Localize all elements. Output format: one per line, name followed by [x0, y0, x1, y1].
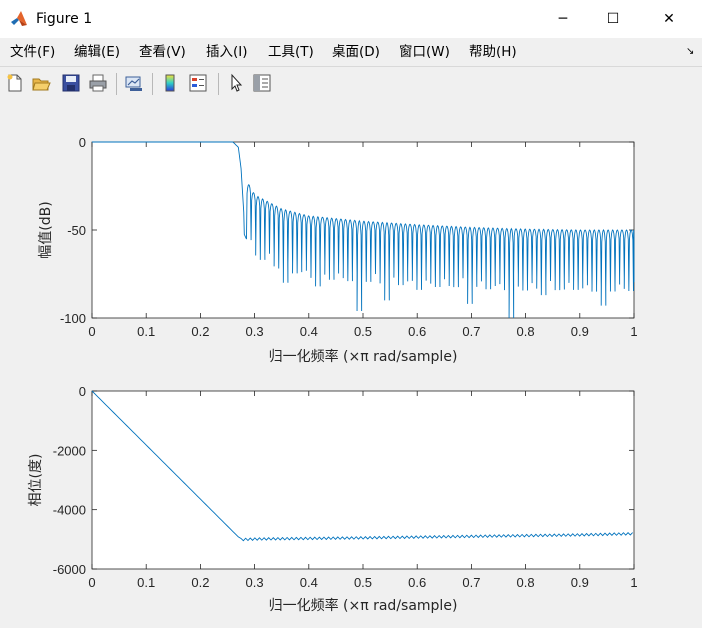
x-tick-label: 0.2 [191, 575, 209, 590]
window-title: Figure 1 [36, 11, 93, 27]
save-icon[interactable] [61, 73, 81, 93]
y-tick-label: -2000 [53, 443, 86, 458]
phase-ylabel: 相位(度) [28, 454, 44, 507]
new-figure-icon[interactable] [5, 73, 25, 93]
y-tick-label: 0 [79, 384, 86, 399]
toolbar-separator [218, 73, 219, 95]
x-tick-label: 0.7 [462, 575, 480, 590]
minimize-button[interactable]: ─ [540, 0, 586, 38]
phase-axes[interactable]: 0 0.1 0.2 0.3 0.4 0.5 0.6 0.7 0.8 0.9 1 0 -2000 -4000… [28, 384, 638, 614]
toolbar [0, 66, 702, 100]
menu-tools[interactable]: 工具(T) [268, 43, 314, 61]
legend-icon[interactable] [188, 73, 208, 93]
maximize-button[interactable]: ☐ [590, 0, 636, 38]
x-tick-label: 0.5 [354, 324, 372, 339]
x-tick-label: 0.3 [246, 324, 264, 339]
print-icon[interactable] [88, 73, 108, 93]
x-tick-label: 1 [630, 324, 637, 339]
open-file-icon[interactable] [31, 73, 51, 93]
colorbar-icon[interactable] [160, 73, 180, 93]
pointer-icon[interactable] [226, 73, 246, 93]
menu-window[interactable]: 窗口(W) [399, 43, 450, 61]
menu-file[interactable]: 文件(F) [10, 43, 55, 61]
property-inspector-icon[interactable] [252, 73, 272, 93]
y-tick-label: -6000 [53, 562, 86, 577]
y-tick-label: -100 [60, 311, 86, 326]
menu-overflow-arrow-icon[interactable]: ↘ [686, 46, 694, 57]
figure-plots: 0 0.1 0.2 0.3 0.4 0.5 0.6 0.7 0.8 0.9 1 0 -50 -100 归一… [28, 135, 638, 614]
toolbar-separator [116, 73, 117, 95]
x-tick-label: 0.9 [571, 324, 589, 339]
x-tick-label: 0.3 [246, 575, 264, 590]
x-tick-label: 0.4 [300, 575, 318, 590]
x-tick-label: 0.9 [571, 575, 589, 590]
phase-xlabel: 归一化频率 (×π rad/sample) [269, 597, 458, 614]
x-tick-label: 0.5 [354, 575, 372, 590]
x-tick-label: 0 [88, 575, 95, 590]
y-tick-label: 0 [79, 135, 86, 150]
menu-desktop[interactable]: 桌面(D) [332, 43, 380, 61]
title-bar: Figure 1 ─ ☐ ✕ [0, 0, 702, 38]
x-tick-label: 0.6 [408, 324, 426, 339]
magnitude-axes[interactable]: 0 0.1 0.2 0.3 0.4 0.5 0.6 0.7 0.8 0.9 1 0 -50 -100 归一… [38, 135, 638, 365]
y-tick-label: -4000 [53, 503, 86, 518]
x-tick-label: 0.6 [408, 575, 426, 590]
x-tick-label: 0.1 [137, 575, 155, 590]
x-tick-label: 0.2 [191, 324, 209, 339]
matlab-logo-icon [11, 11, 27, 26]
menu-edit[interactable]: 编辑(E) [74, 43, 120, 61]
x-tick-label: 1 [630, 575, 637, 590]
magnitude-xlabel: 归一化频率 (×π rad/sample) [269, 348, 458, 365]
x-tick-label: 0 [88, 324, 95, 339]
menu-insert[interactable]: 插入(I) [206, 43, 248, 61]
toolbar-separator [152, 73, 153, 95]
x-tick-label: 0.1 [137, 324, 155, 339]
x-tick-label: 0.7 [462, 324, 480, 339]
menu-help[interactable]: 帮助(H) [469, 43, 517, 61]
menu-view[interactable]: 查看(V) [139, 43, 186, 61]
x-tick-label: 0.4 [300, 324, 318, 339]
magnitude-ylabel: 幅值(dB) [38, 201, 54, 258]
menu-bar: 文件(F) 编辑(E) 查看(V) 插入(I) 工具(T) 桌面(D) 窗口(W… [0, 38, 702, 66]
x-tick-label: 0.8 [517, 575, 535, 590]
phase-plot-area[interactable] [91, 390, 635, 570]
y-tick-label: -50 [67, 223, 86, 238]
link-plot-icon[interactable] [124, 73, 144, 93]
x-tick-label: 0.8 [517, 324, 535, 339]
close-button[interactable]: ✕ [646, 0, 692, 38]
